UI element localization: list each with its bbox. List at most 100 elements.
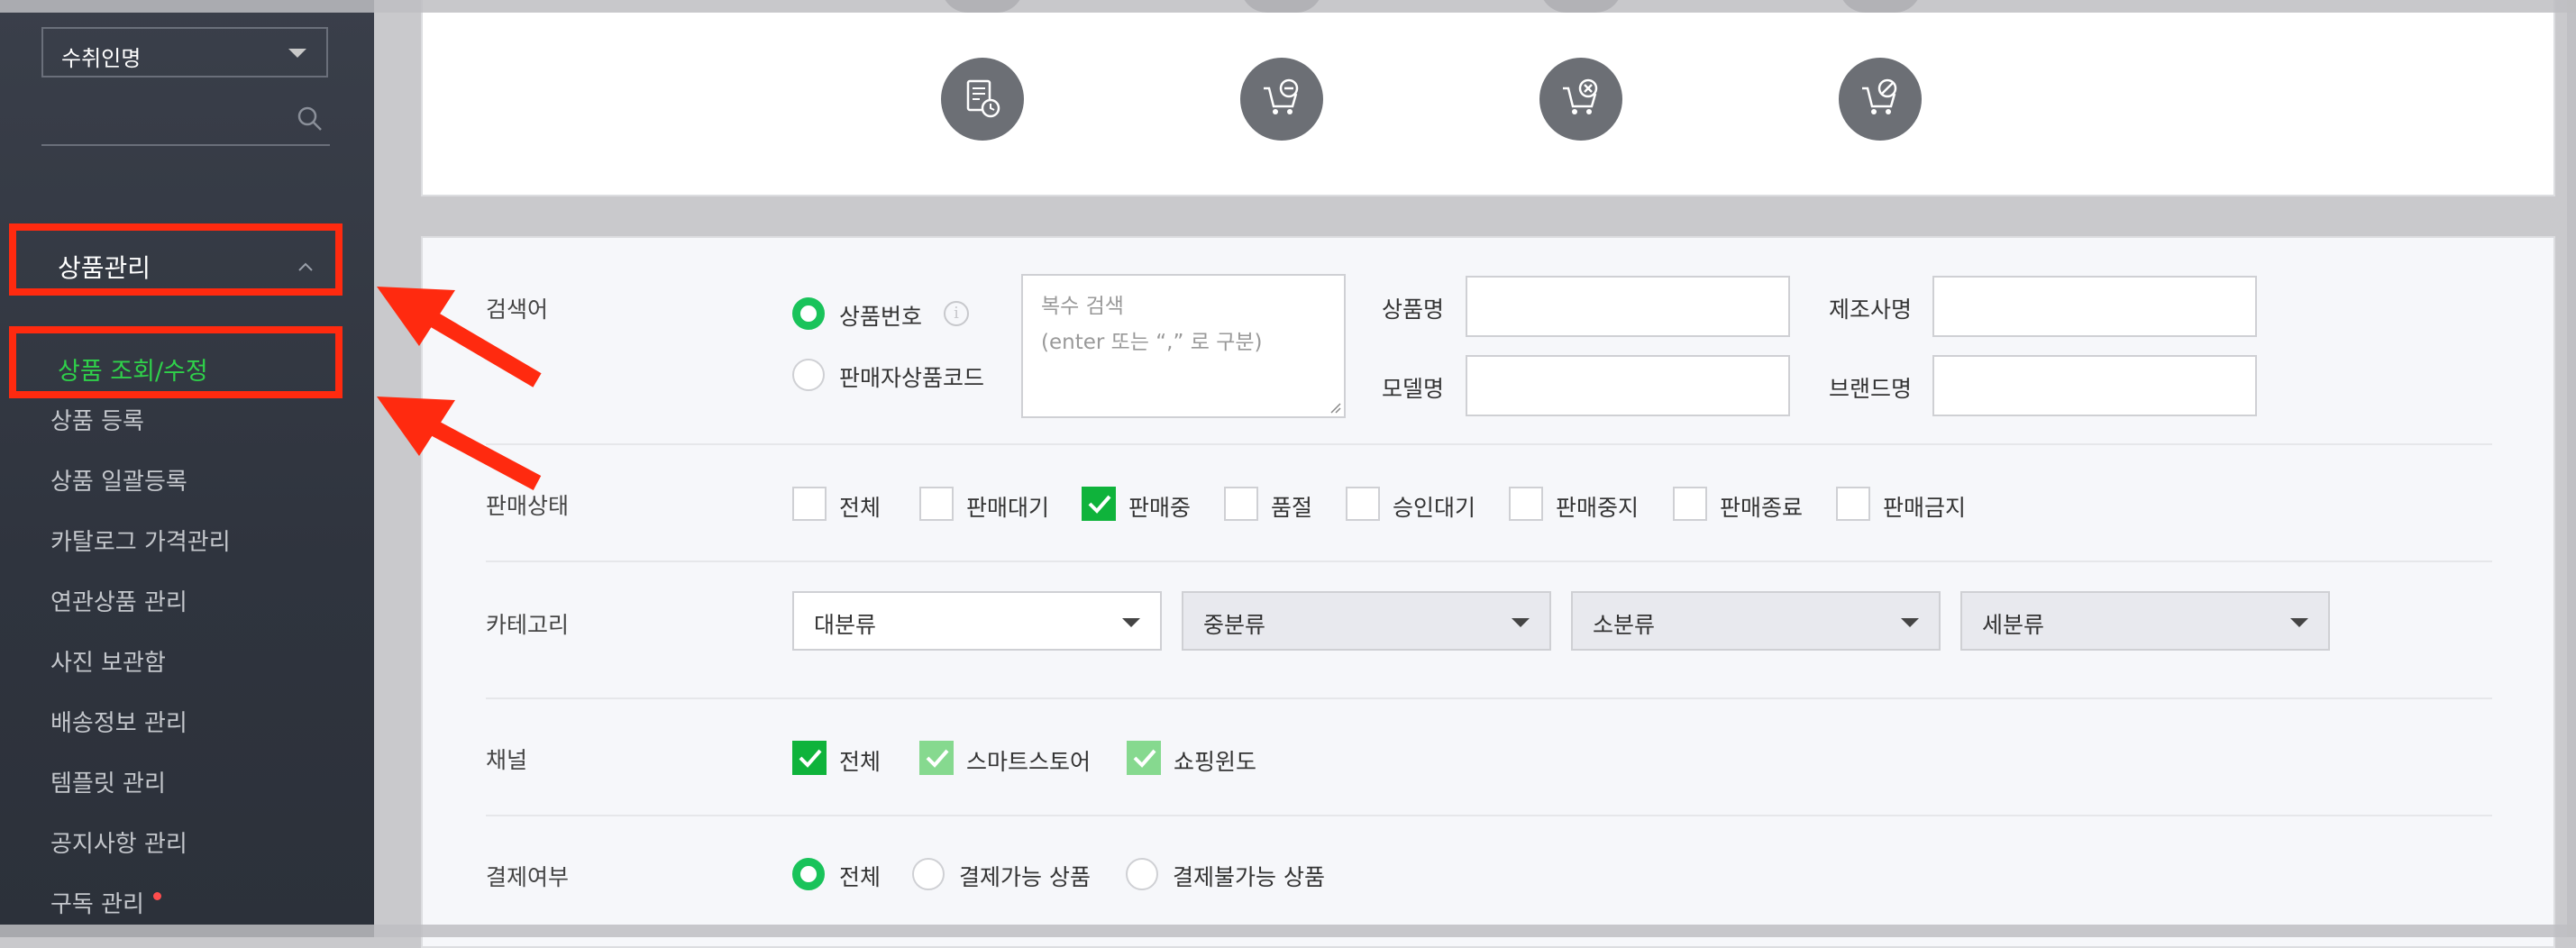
radio-payment-available[interactable] — [912, 858, 945, 890]
checkbox-status-on-sale[interactable] — [1082, 487, 1116, 521]
channel-row-label: 채널 — [486, 747, 528, 773]
menu-item-label: 상품 등록 — [50, 408, 144, 435]
chevron-down-icon — [1901, 618, 1919, 627]
new-badge-dot — [152, 892, 161, 900]
menu-section-product-management[interactable]: 상품관리 — [9, 223, 343, 296]
sidebar-search-input[interactable] — [41, 99, 330, 146]
menu-item[interactable]: 연관상품 관리 — [50, 585, 231, 645]
product-name-input[interactable] — [1466, 276, 1790, 337]
checkbox-status-banned[interactable] — [1836, 487, 1870, 521]
menu-item[interactable]: 카탈로그 가격관리 — [50, 524, 231, 585]
select-value: 중분류 — [1203, 612, 1266, 638]
keyword-row-label: 검색어 — [486, 296, 549, 323]
field-label-product-name: 상품명 — [1382, 296, 1445, 323]
radio-label: 전체 — [839, 864, 882, 890]
checkbox-label: 승인대기 — [1393, 495, 1476, 521]
checkbox-status-waiting[interactable] — [919, 487, 954, 521]
menu-item[interactable]: 상품 일괄등록 — [50, 464, 231, 524]
radio-payment-all[interactable] — [792, 858, 825, 890]
checkbox-label: 판매종료 — [1720, 495, 1804, 521]
chevron-up-icon — [298, 262, 313, 271]
menu-item-label: 사진 보관함 — [50, 650, 166, 677]
checkbox-label: 스마트스토어 — [966, 749, 1092, 775]
menu-item[interactable]: 배송정보 관리 — [50, 706, 231, 766]
checkbox-status-suspended[interactable] — [1509, 487, 1543, 521]
product-search-form: 검색어 상품번호 i 판매자상품코드 복수 검색 (enter 또는 “,” 로… — [421, 236, 2555, 948]
check-icon — [799, 749, 822, 768]
chevron-down-icon — [2290, 618, 2308, 627]
checkbox-label: 전체 — [839, 495, 882, 521]
category-major-select[interactable]: 대분류 — [792, 591, 1162, 651]
field-label-brand: 브랜드명 — [1829, 376, 1913, 402]
menu-item[interactable]: 사진 보관함 — [50, 645, 231, 706]
menu-list: 상품 등록 상품 일괄등록 카탈로그 가격관리 연관상품 관리 사진 보관함 배… — [50, 404, 231, 947]
select-value: 세분류 — [1982, 612, 2045, 638]
menu-item-label: 템플릿 관리 — [50, 770, 166, 798]
search-icon[interactable] — [296, 105, 324, 133]
textarea-placeholder: (enter 또는 “,” 로 구분) — [1041, 331, 1263, 354]
search-type-select[interactable]: 수취인명 — [41, 27, 328, 77]
checkbox-status-ended[interactable] — [1673, 487, 1707, 521]
menu-item-label: 카탈로그 가격관리 — [50, 529, 231, 556]
multi-search-textarea[interactable]: 복수 검색 (enter 또는 “,” 로 구분) — [1021, 274, 1346, 418]
checkbox-status-sold-out[interactable] — [1224, 487, 1258, 521]
checkbox-channel-smartstore[interactable] — [919, 741, 954, 775]
radio-payment-unavailable[interactable] — [1126, 858, 1158, 890]
status-row-label: 판매상태 — [486, 493, 570, 519]
manufacturer-input[interactable] — [1932, 276, 2257, 337]
checkbox-label: 품절 — [1271, 495, 1313, 521]
select-value: 대분류 — [814, 612, 877, 638]
category-minor-select[interactable]: 소분류 — [1571, 591, 1941, 651]
checkbox-channel-shopping-window[interactable] — [1127, 741, 1161, 775]
menu-item-label: 상품 조회/수정 — [58, 358, 208, 386]
frame-edge — [2567, 0, 2576, 937]
radio-product-number-label: 상품번호 — [839, 304, 923, 330]
menu-item[interactable]: 구독 관리 — [50, 887, 231, 947]
textarea-placeholder: 복수 검색 — [1041, 295, 1124, 318]
menu-item-label: 상품 일괄등록 — [50, 469, 187, 496]
category-row-label: 카테고리 — [486, 612, 570, 638]
cart-cancel-icon[interactable] — [1539, 58, 1622, 141]
checkbox-label: 판매중 — [1128, 495, 1192, 521]
checkbox-label: 전체 — [839, 749, 882, 775]
cart-minus-icon[interactable] — [1240, 58, 1323, 141]
menu-item-label: 배송정보 관리 — [50, 710, 187, 737]
menu-item-label: 연관상품 관리 — [50, 589, 187, 616]
menu-item[interactable]: 상품 등록 — [50, 404, 231, 464]
brand-input[interactable] — [1932, 355, 2257, 416]
menu-item-label: 구독 관리 — [50, 891, 144, 918]
cart-prohibited-icon[interactable] — [1839, 58, 1922, 141]
radio-label: 결제불가능 상품 — [1173, 864, 1325, 890]
divider — [486, 561, 2492, 562]
check-icon — [1088, 495, 1111, 514]
chevron-down-icon — [1512, 618, 1530, 627]
divider — [486, 697, 2492, 699]
category-detail-select[interactable]: 세분류 — [1960, 591, 2330, 651]
radio-seller-code[interactable] — [792, 359, 825, 391]
checkbox-status-all[interactable] — [792, 487, 827, 521]
chevron-down-icon — [1122, 618, 1140, 627]
checkbox-channel-all[interactable] — [792, 741, 827, 775]
menu-item[interactable]: 공지사항 관리 — [50, 826, 231, 887]
frame-edge — [0, 925, 2576, 937]
divider — [486, 815, 2492, 816]
radio-product-number[interactable] — [792, 297, 825, 330]
select-value: 소분류 — [1593, 612, 1656, 638]
radio-label: 결제가능 상품 — [959, 864, 1091, 890]
resize-handle-icon[interactable] — [1329, 402, 1342, 415]
checkbox-status-pending-approval[interactable] — [1346, 487, 1380, 521]
category-middle-select[interactable]: 중분류 — [1182, 591, 1551, 651]
check-icon — [926, 749, 949, 768]
menu-item[interactable]: 템플릿 관리 — [50, 766, 231, 826]
checkbox-label: 판매중지 — [1556, 495, 1640, 521]
divider — [486, 443, 2492, 445]
checkbox-label: 판매금지 — [1883, 495, 1967, 521]
info-icon[interactable]: i — [944, 301, 969, 326]
order-clock-icon[interactable] — [941, 58, 1024, 141]
payment-row-label: 결제여부 — [486, 864, 570, 890]
menu-item-product-search-edit[interactable]: 상품 조회/수정 — [9, 326, 343, 398]
model-input[interactable] — [1466, 355, 1790, 416]
radio-seller-code-label: 판매자상품코드 — [839, 365, 985, 391]
check-icon — [1133, 749, 1156, 768]
menu-section-label: 상품관리 — [58, 253, 151, 283]
